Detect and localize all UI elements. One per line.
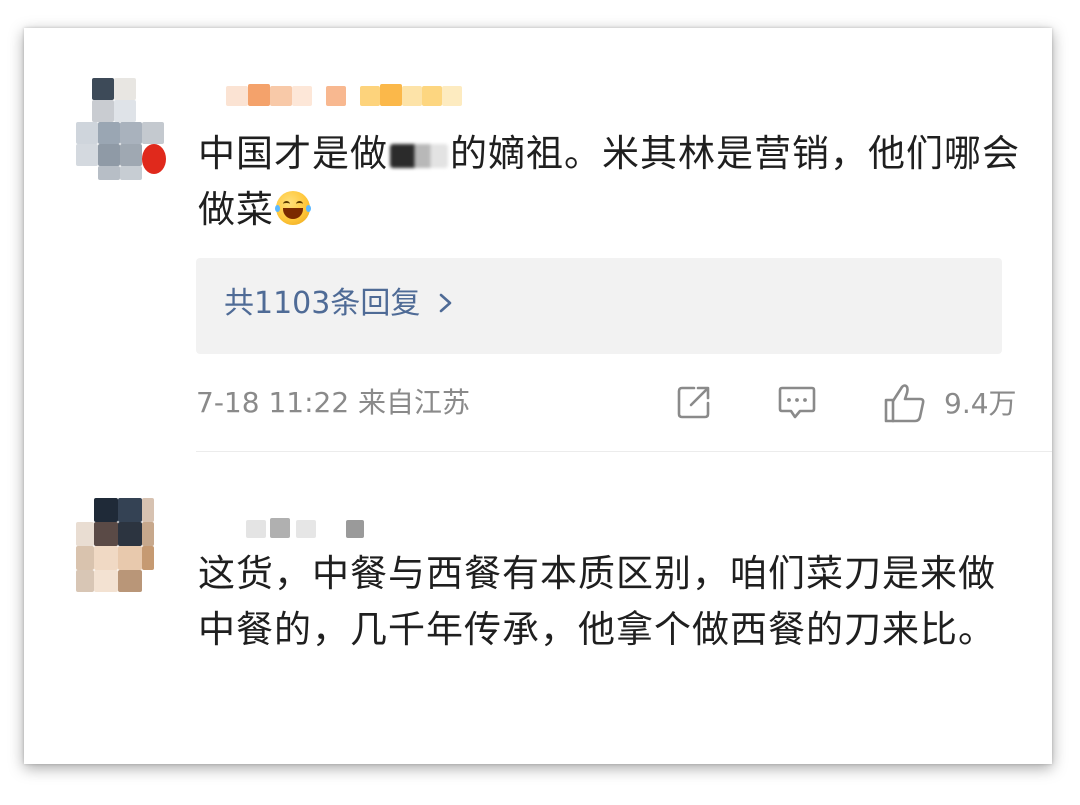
comment-item: 中国才是做 的嫡祖。米其林是营销，他们哪会做菜 共1103条回复 7-18 11:… bbox=[24, 28, 1052, 453]
chevron-right-icon bbox=[438, 284, 454, 324]
comment-button[interactable] bbox=[776, 382, 818, 424]
location: 来自江苏 bbox=[358, 386, 471, 419]
share-icon bbox=[677, 386, 710, 419]
avatar[interactable] bbox=[76, 78, 172, 190]
comment-text-part: 中国才是做 bbox=[198, 132, 388, 175]
username-pixelated[interactable] bbox=[226, 84, 506, 108]
replies-count-label: 共1103条回复 bbox=[224, 286, 421, 321]
comment-text: 这货，中餐与西餐有本质区别，咱们菜刀是来做中餐的，几千年传承，他拿个做西餐的刀来… bbox=[198, 552, 996, 651]
comment-list-screenshot: 中国才是做 的嫡祖。米其林是营销，他们哪会做菜 共1103条回复 7-18 11:… bbox=[24, 28, 1052, 764]
timestamp: 7-18 11:22 bbox=[196, 386, 350, 419]
laughing-emoji-icon bbox=[275, 191, 311, 225]
view-replies-button[interactable]: 共1103条回复 bbox=[196, 258, 1002, 354]
comment-icon bbox=[778, 386, 816, 419]
comment-item: 这货，中餐与西餐有本质区别，咱们菜刀是来做中餐的，几千年传承，他拿个做西餐的刀来… bbox=[24, 468, 1052, 764]
comment-text: 中国才是做 的嫡祖。米其林是营销，他们哪会做菜 bbox=[198, 126, 1028, 238]
username-pixelated[interactable] bbox=[246, 518, 366, 542]
comment-divider bbox=[196, 451, 1052, 452]
view-replies-link[interactable]: 共1103条回复 bbox=[224, 284, 454, 324]
avatar[interactable] bbox=[76, 498, 172, 610]
share-button[interactable] bbox=[674, 382, 714, 424]
like-button[interactable]: 9.4万 bbox=[882, 382, 1017, 424]
comment-timestamp: 7-18 11:22 来自江苏 bbox=[196, 384, 470, 422]
comment-meta-row: 7-18 11:22 来自江苏 9.4万 bbox=[196, 380, 1017, 426]
thumbs-up-icon bbox=[884, 384, 925, 423]
censored-text-blot bbox=[390, 143, 448, 168]
like-count: 9.4万 bbox=[944, 387, 1017, 420]
